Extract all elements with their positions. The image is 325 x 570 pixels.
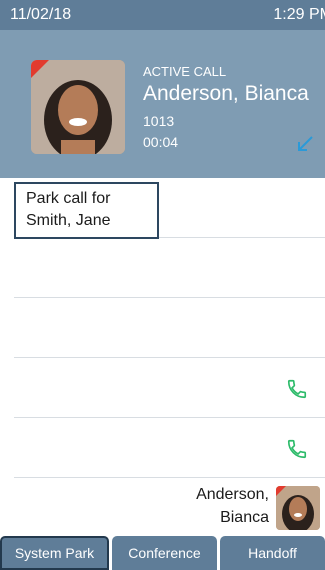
status-date: 11/02/18 xyxy=(10,6,72,23)
park-prompt-label: Park call for xyxy=(26,190,111,207)
softkey-bar: System Park Conference Handoff xyxy=(0,536,325,570)
status-time: 1:29 PM xyxy=(273,6,325,23)
phone-icon xyxy=(287,379,307,399)
contact-first-name: Bianca xyxy=(220,509,269,526)
caller-name: Anderson, Bianca xyxy=(143,82,309,105)
contact-corner-badge xyxy=(276,486,286,496)
caller-avatar xyxy=(31,60,125,154)
handoff-button[interactable]: Handoff xyxy=(220,536,325,570)
line-key-2[interactable] xyxy=(14,238,325,298)
active-call-panel: ACTIVE CALL Anderson, Bianca 1013 00:04 xyxy=(0,30,325,178)
incoming-call-arrow-icon xyxy=(298,136,313,151)
conference-button[interactable]: Conference xyxy=(112,536,217,570)
call-state-label: ACTIVE CALL xyxy=(143,64,227,79)
contact-avatar xyxy=(276,486,320,530)
park-call-prompt: Park call for Smith, Jane xyxy=(14,182,159,239)
caller-extension: 1013 xyxy=(143,113,175,129)
system-park-button[interactable]: System Park xyxy=(0,536,109,570)
contact-last-name: Anderson, xyxy=(196,486,269,503)
avatar-corner-badge xyxy=(31,60,49,78)
phone-icon xyxy=(287,439,307,459)
call-timer: 00:04 xyxy=(143,134,179,150)
contact-name: Anderson, Bianca xyxy=(196,483,269,529)
line-key-5[interactable] xyxy=(14,418,325,478)
line-key-4[interactable] xyxy=(14,358,325,418)
status-bar: 11/02/18 1:29 PM xyxy=(0,0,325,30)
park-target-name: Smith, Jane xyxy=(26,212,111,229)
line-key-3[interactable] xyxy=(14,298,325,358)
